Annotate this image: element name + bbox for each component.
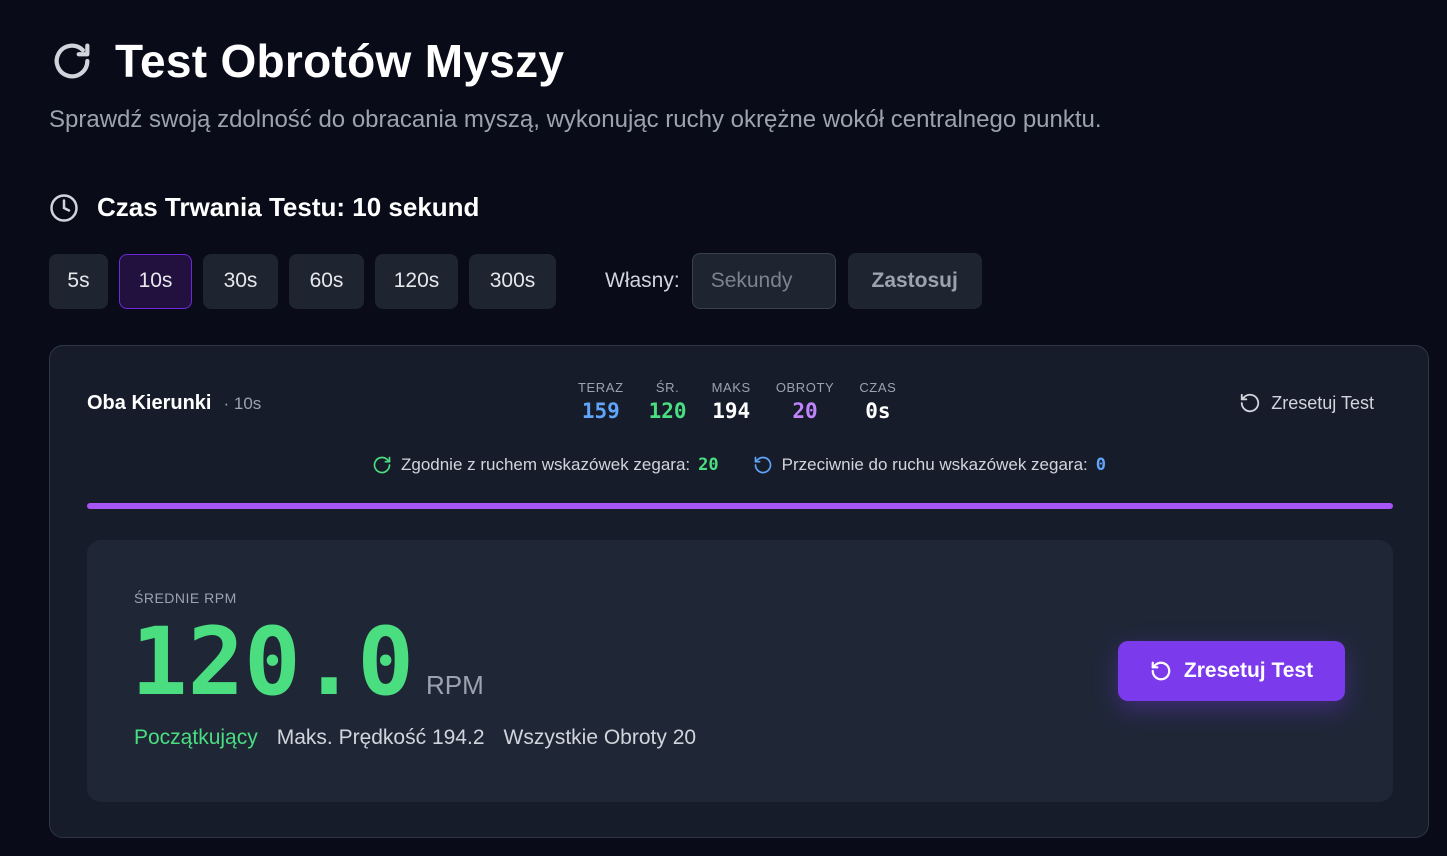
- duration-30s-button[interactable]: 30s: [203, 253, 278, 309]
- page-subtitle: Sprawdź swoją zdolność do obracania mysz…: [49, 106, 1102, 133]
- rotate-ccw-icon: [1151, 661, 1171, 681]
- page-title: Test Obrotów Myszy: [115, 35, 565, 87]
- stat-rotations: OBROTY 20: [776, 380, 835, 423]
- stat-max: MAKS 194: [712, 380, 751, 423]
- stat-avg: ŚR. 120: [649, 380, 687, 423]
- reset-test-button[interactable]: Zresetuj Test: [1118, 641, 1345, 701]
- stat-value: 0s: [865, 399, 891, 423]
- stat-value: 194: [712, 399, 751, 423]
- stat-time: CZAS 0s: [859, 380, 896, 423]
- max-speed: Maks. Prędkość 194.2: [276, 726, 485, 749]
- clockwise-count: Zgodnie z ruchem wskazówek zegara: 20: [372, 455, 719, 475]
- clockwise-value: 20: [698, 455, 719, 475]
- stat-label: MAKS: [711, 380, 751, 395]
- avg-rpm-value: 120.0: [131, 608, 414, 717]
- clockwise-label: Zgodnie z ruchem wskazówek zegara:: [400, 455, 691, 474]
- stat-now: TERAZ 159: [578, 380, 624, 423]
- duration-label: Czas Trwania Testu: 10 sekund: [97, 192, 480, 222]
- mode-duration: · 10s: [223, 394, 262, 413]
- rotate-ccw-icon: [754, 456, 771, 474]
- counterclockwise-value: 0: [1095, 455, 1107, 475]
- progress-fill: [87, 503, 1393, 509]
- test-card: Oba Kierunki · 10s TERAZ 159 ŚR. 120 MAK…: [49, 345, 1429, 838]
- stat-label: CZAS: [859, 380, 897, 395]
- avg-rpm-label: ŚREDNIE RPM: [134, 590, 237, 606]
- avg-rpm-unit: RPM: [425, 670, 484, 700]
- page-header: Test Obrotów Myszy: [49, 34, 564, 88]
- reset-test-link[interactable]: Zresetuj Test: [1239, 392, 1374, 414]
- mode-info: Oba Kierunki · 10s: [87, 392, 261, 415]
- mode-name: Oba Kierunki: [87, 392, 212, 414]
- clock-icon: [50, 193, 78, 222]
- duration-120s-button[interactable]: 120s: [375, 253, 458, 309]
- duration-300s-button[interactable]: 300s: [469, 253, 556, 309]
- duration-options: 5s 10s 30s 60s 120s 300s Własny: Zastosu…: [49, 253, 982, 309]
- duration-5s-button[interactable]: 5s: [49, 253, 108, 309]
- result-meta: Początkujący Maks. Prędkość 194.2 Wszyst…: [134, 726, 715, 750]
- reset-test-button-label: Zresetuj Test: [1183, 659, 1314, 682]
- avg-rpm: 120.0 RPM: [131, 616, 484, 710]
- stat-value: 159: [581, 399, 620, 423]
- stat-value: 20: [792, 399, 818, 423]
- total-rotations: Wszystkie Obroty 20: [503, 726, 697, 749]
- stat-label: ŚR.: [655, 380, 680, 395]
- duration-60s-button[interactable]: 60s: [289, 253, 364, 309]
- stat-label: TERAZ: [578, 380, 624, 395]
- rotate-cw-icon: [373, 456, 391, 474]
- stat-label: OBROTY: [775, 380, 835, 395]
- result-panel: ŚREDNIE RPM 120.0 RPM Początkujący Maks.…: [87, 540, 1393, 802]
- rotate-ccw-icon: [1241, 393, 1260, 413]
- skill-level: Początkujący: [134, 726, 258, 749]
- direction-counts: Zgodnie z ruchem wskazówek zegara: 20 Pr…: [50, 455, 1428, 475]
- apply-button[interactable]: Zastosuj: [847, 253, 982, 309]
- duration-heading: Czas Trwania Testu: 10 sekund: [49, 192, 479, 223]
- live-stats: TERAZ 159 ŚR. 120 MAKS 194 OBROTY 20 CZA…: [578, 380, 921, 423]
- refresh-icon: [54, 43, 90, 79]
- custom-seconds-input[interactable]: [691, 253, 836, 309]
- counterclockwise-count: Przeciwnie do ruchu wskazówek zegara: 0: [753, 455, 1106, 475]
- reset-test-label: Zresetuj Test: [1271, 392, 1374, 413]
- stat-value: 120: [648, 399, 687, 423]
- duration-10s-button[interactable]: 10s: [119, 253, 192, 309]
- custom-duration-label: Własny:: [605, 269, 680, 292]
- counterclockwise-label: Przeciwnie do ruchu wskazówek zegara:: [781, 455, 1088, 474]
- progress-bar: [87, 503, 1393, 509]
